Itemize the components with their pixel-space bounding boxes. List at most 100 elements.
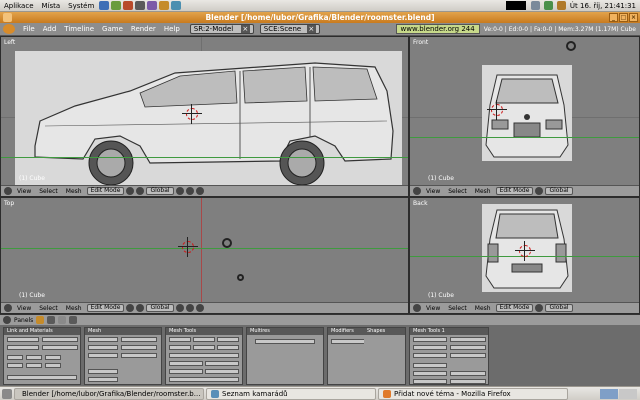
task-buddy-list[interactable]: Seznam kamarádů bbox=[206, 387, 376, 400]
panel-mesh-tools: Mesh Tools bbox=[165, 327, 243, 385]
show-desktop-icon[interactable] bbox=[2, 388, 12, 399]
editor-launcher-icon[interactable] bbox=[147, 1, 158, 10]
clock[interactable]: Út 16. říj, 21:41:31 bbox=[568, 2, 640, 10]
screen-selector[interactable]: SR:2-Model × bbox=[189, 24, 254, 34]
menu-add[interactable]: Add bbox=[39, 25, 61, 33]
gnome-bottom-panel: Blender [/home/lubor/Grafika/Blender/roo… bbox=[0, 386, 640, 400]
scene-delete-icon[interactable]: × bbox=[306, 25, 316, 33]
editor-type-icon[interactable] bbox=[413, 304, 421, 312]
screen-delete-icon[interactable]: × bbox=[240, 25, 250, 33]
editor-type-icon[interactable] bbox=[413, 187, 421, 195]
panel-multires: Multires bbox=[246, 327, 324, 385]
maximize-button[interactable]: □ bbox=[619, 13, 628, 22]
orientation-selector[interactable]: Global bbox=[146, 187, 174, 195]
menu-select[interactable]: Select bbox=[445, 305, 470, 312]
orientation-selector[interactable]: Global bbox=[545, 304, 573, 312]
menu-view[interactable]: View bbox=[423, 188, 443, 195]
system-monitor-applet bbox=[505, 1, 526, 10]
menu-view[interactable]: View bbox=[14, 188, 34, 195]
camera-icon bbox=[566, 41, 576, 51]
terminal-launcher-icon[interactable] bbox=[135, 1, 146, 10]
viewport-top[interactable]: Top (1) Cube View Select Mesh Edit Mode … bbox=[0, 197, 409, 314]
object-context-icon[interactable] bbox=[47, 316, 56, 324]
menu-mesh[interactable]: Mesh bbox=[472, 305, 494, 312]
volume-icon[interactable] bbox=[556, 1, 566, 10]
menu-file[interactable]: File bbox=[19, 25, 39, 33]
draw-type-icon[interactable] bbox=[126, 304, 135, 312]
mode-selector[interactable]: Edit Mode bbox=[495, 187, 534, 195]
draw-type-icon[interactable] bbox=[535, 304, 544, 312]
menu-system[interactable]: Systém bbox=[64, 2, 98, 10]
pivot-icon[interactable] bbox=[136, 187, 145, 195]
menu-mesh[interactable]: Mesh bbox=[63, 305, 85, 312]
blender-launcher-icon[interactable] bbox=[159, 1, 170, 10]
mode-selector[interactable]: Edit Mode bbox=[495, 304, 534, 312]
menu-view[interactable]: View bbox=[423, 305, 443, 312]
menu-select[interactable]: Select bbox=[36, 305, 61, 312]
mail-launcher-icon[interactable] bbox=[111, 1, 122, 10]
panel-mesh: Mesh bbox=[84, 327, 162, 385]
viewport-front[interactable]: Front (1) Cube View Select Mesh Edit Mod… bbox=[409, 36, 640, 197]
edge-select-icon[interactable] bbox=[185, 304, 194, 312]
panel-title: Link and Materials bbox=[4, 328, 80, 335]
menu-applications[interactable]: Aplikace bbox=[0, 2, 38, 10]
active-object-label: (1) Cube bbox=[19, 292, 45, 299]
chat-icon bbox=[211, 389, 219, 398]
menu-render[interactable]: Render bbox=[127, 25, 160, 33]
panel-title: Multires bbox=[247, 328, 323, 335]
close-button[interactable]: × bbox=[629, 13, 638, 22]
blender-logo-icon[interactable] bbox=[3, 24, 15, 34]
pivot-icon[interactable] bbox=[136, 304, 145, 312]
editor-type-icon[interactable] bbox=[3, 316, 11, 324]
menu-mesh[interactable]: Mesh bbox=[472, 188, 494, 195]
orientation-selector[interactable]: Global bbox=[146, 304, 174, 312]
active-object-label: (1) Cube bbox=[428, 292, 454, 299]
panels-menu[interactable]: Panels bbox=[14, 317, 33, 324]
lamp-icon bbox=[237, 274, 244, 281]
viewport-header: View Select Mesh Edit Mode Global bbox=[410, 302, 639, 313]
car-side-blueprint bbox=[15, 51, 402, 186]
menu-game[interactable]: Game bbox=[98, 25, 127, 33]
menu-view[interactable]: View bbox=[14, 305, 34, 312]
face-select-icon[interactable] bbox=[195, 187, 204, 195]
scene-selector[interactable]: SCE:Scene × bbox=[259, 24, 320, 34]
editor-type-icon[interactable] bbox=[4, 304, 12, 312]
scene-context-icon[interactable] bbox=[69, 316, 78, 324]
network-status-icon[interactable] bbox=[543, 1, 553, 10]
vertex-select-icon[interactable] bbox=[175, 187, 184, 195]
editor-type-icon[interactable] bbox=[4, 187, 12, 195]
viewport-back[interactable]: Back (1) Cube View Select Mesh Edit Mode… bbox=[409, 197, 640, 314]
vertex-select-icon[interactable] bbox=[175, 304, 184, 312]
draw-type-icon[interactable] bbox=[535, 187, 544, 195]
gnome-top-panel: Aplikace Místa Systém Út 16. říj, 21:41:… bbox=[0, 0, 640, 12]
minimize-button[interactable]: _ bbox=[609, 13, 618, 22]
menu-mesh[interactable]: Mesh bbox=[63, 188, 85, 195]
draw-type-icon[interactable] bbox=[126, 187, 135, 195]
screen-name: SR:2-Model bbox=[193, 25, 234, 33]
menu-select[interactable]: Select bbox=[36, 188, 61, 195]
menu-help[interactable]: Help bbox=[160, 25, 184, 33]
active-object-label: (1) Cube bbox=[19, 175, 45, 182]
scene-name: SCE:Scene bbox=[263, 25, 302, 33]
keyboard-layout-icon[interactable] bbox=[530, 1, 540, 10]
shading-context-icon[interactable] bbox=[36, 316, 45, 324]
help-launcher-icon[interactable] bbox=[123, 1, 134, 10]
menu-timeline[interactable]: Timeline bbox=[60, 25, 98, 33]
editing-context-icon[interactable] bbox=[58, 316, 67, 324]
mode-selector[interactable]: Edit Mode bbox=[86, 304, 125, 312]
face-select-icon[interactable] bbox=[195, 304, 204, 312]
task-firefox[interactable]: Přidat nové téma - Mozilla Firefox bbox=[378, 387, 568, 400]
firefox-launcher-icon[interactable] bbox=[99, 1, 110, 10]
menu-places[interactable]: Místa bbox=[38, 2, 65, 10]
orientation-selector[interactable]: Global bbox=[545, 187, 573, 195]
workspace-switcher[interactable] bbox=[600, 388, 640, 399]
window-menu-icon[interactable] bbox=[3, 13, 12, 22]
task-blender[interactable]: Blender [/home/lubor/Grafika/Blender/roo… bbox=[14, 387, 204, 400]
window-titlebar[interactable]: Blender [/home/lubor/Grafika/Blender/roo… bbox=[0, 12, 640, 23]
edge-select-icon[interactable] bbox=[185, 187, 194, 195]
menu-select[interactable]: Select bbox=[445, 188, 470, 195]
network-launcher-icon[interactable] bbox=[171, 1, 182, 10]
panel-title: Shapes bbox=[364, 328, 405, 335]
mode-selector[interactable]: Edit Mode bbox=[86, 187, 125, 195]
viewport-left[interactable]: Left (1) Cube View Select Mesh Edit Mode… bbox=[0, 36, 409, 197]
